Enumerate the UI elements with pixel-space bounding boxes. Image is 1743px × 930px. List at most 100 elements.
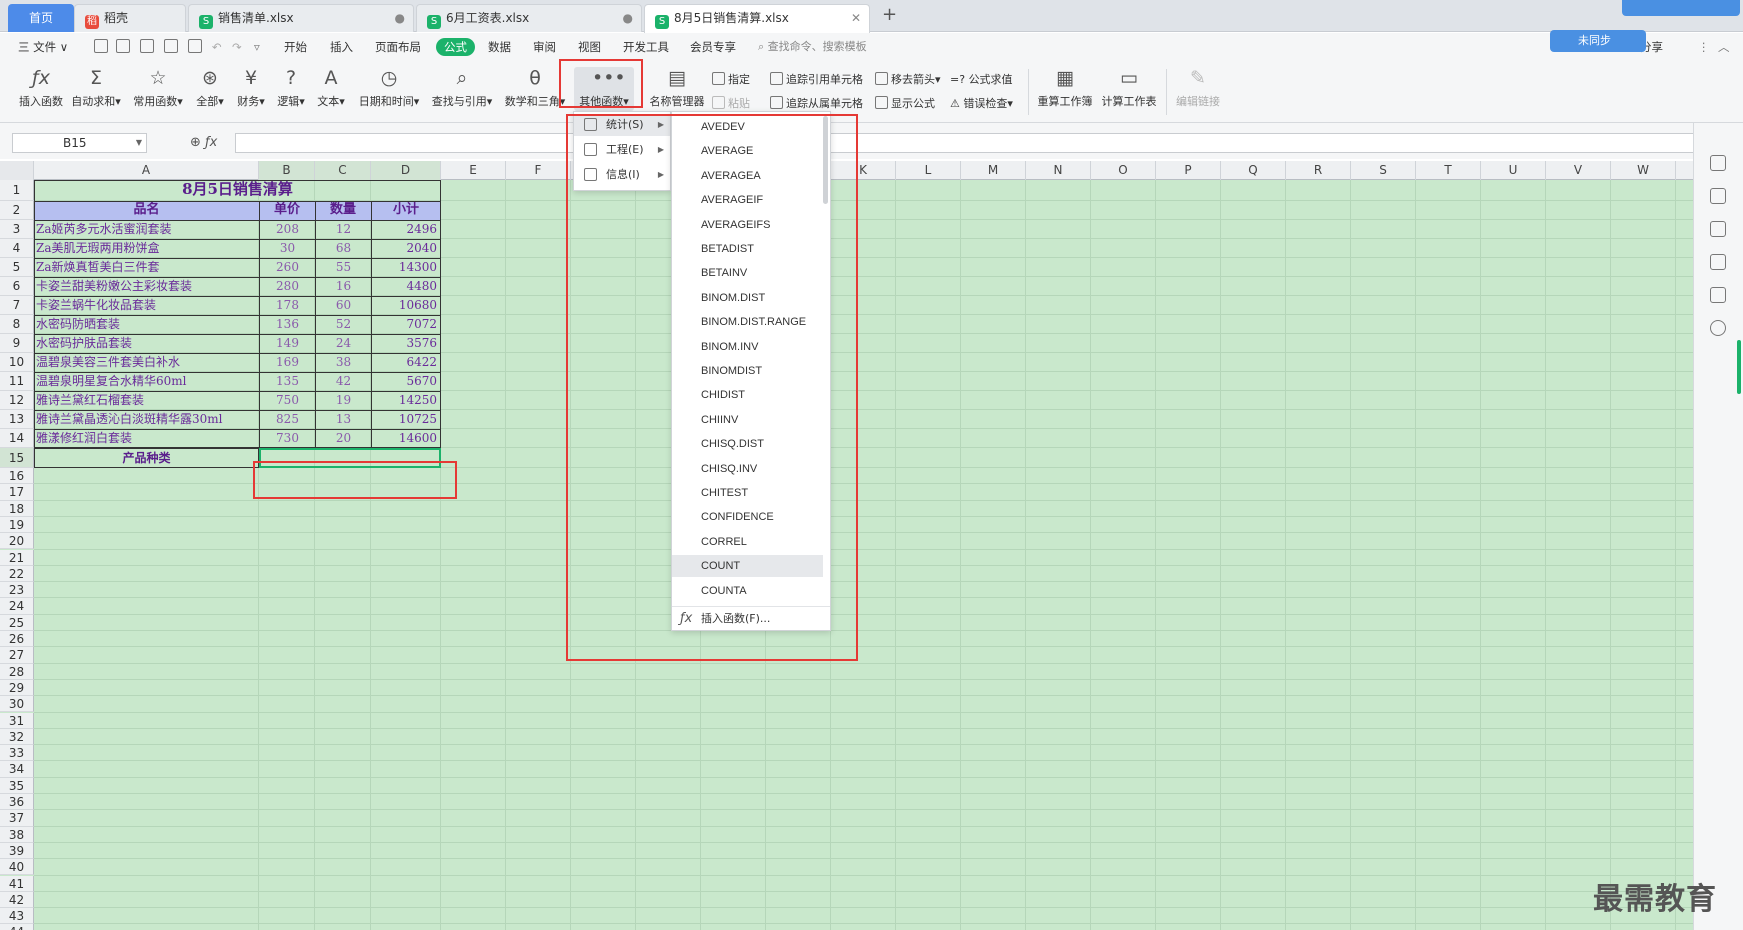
column-header-q[interactable]: Q (1221, 161, 1286, 180)
customize-icon[interactable]: ▿ (254, 38, 260, 56)
row-header-19[interactable]: 19 (0, 516, 34, 534)
row-header-23[interactable]: 23 (0, 582, 34, 599)
column-header-e[interactable]: E (441, 161, 506, 180)
column-header-v[interactable]: V (1546, 161, 1611, 180)
row-header-34[interactable]: 34 (0, 761, 34, 778)
row-header-40[interactable]: 40 (0, 859, 34, 876)
row-header-18[interactable]: 18 (0, 500, 34, 517)
row-header-15[interactable]: 15 (0, 448, 34, 468)
help-icon[interactable] (1710, 320, 1726, 336)
menu-view[interactable]: 视图 (578, 38, 601, 56)
print-icon[interactable] (164, 39, 178, 53)
menu-formula[interactable]: 公式 (436, 38, 475, 56)
row-header-26[interactable]: 26 (0, 631, 34, 648)
row-header-14[interactable]: 14 (0, 429, 34, 448)
row-header-3[interactable]: 3 (0, 220, 34, 239)
edit-links-button[interactable]: ✎ 编辑链接 (1172, 67, 1224, 109)
all-functions-button[interactable]: ⊛ 全部▾ (193, 67, 227, 109)
row-header-32[interactable]: 32 (0, 728, 34, 746)
cloud-sync-badge[interactable] (1622, 0, 1740, 16)
vertical-scrollbar[interactable] (1737, 340, 1741, 394)
cloud-sync-button[interactable]: 未同步 (1550, 30, 1646, 52)
column-header-n[interactable]: N (1026, 161, 1091, 180)
name-manager-button[interactable]: ▤ 名称管理器 (648, 67, 706, 109)
tab-close-icon[interactable]: ✕ (851, 5, 861, 31)
row-header-33[interactable]: 33 (0, 745, 34, 762)
column-header-o[interactable]: O (1091, 161, 1156, 180)
tab-dot-icon[interactable]: ● (395, 5, 405, 31)
collapse-ribbon-icon[interactable]: ︿ (1718, 38, 1730, 56)
select-all-corner[interactable] (0, 161, 34, 180)
row-header-43[interactable]: 43 (0, 908, 34, 925)
column-header-f[interactable]: F (506, 161, 571, 180)
style-icon[interactable] (1710, 155, 1726, 171)
row-header-27[interactable]: 27 (0, 647, 34, 664)
save-icon[interactable] (116, 39, 130, 53)
row-header-30[interactable]: 30 (0, 696, 34, 713)
row-header-12[interactable]: 12 (0, 391, 34, 410)
chevron-down-icon[interactable]: ▼ (136, 134, 142, 152)
undo-icon[interactable]: ↶ (212, 38, 222, 56)
row-header-5[interactable]: 5 (0, 258, 34, 277)
datetime-button[interactable]: ◷ 日期和时间▾ (356, 67, 422, 109)
menu-review[interactable]: 审阅 (533, 38, 556, 56)
common-functions-button[interactable]: ☆ 常用函数▾ (130, 67, 186, 109)
row-header-28[interactable]: 28 (0, 663, 34, 680)
insert-function-button[interactable]: ƒx 插入函数 (16, 67, 66, 109)
specify-button[interactable]: 指定 (712, 71, 750, 87)
property-icon[interactable] (1710, 221, 1726, 237)
column-header-m[interactable]: M (961, 161, 1026, 180)
menu-member[interactable]: 会员专享 (690, 38, 736, 56)
name-box[interactable]: B15 ▼ (12, 133, 147, 153)
row-header-6[interactable]: 6 (0, 277, 34, 296)
row-header-9[interactable]: 9 (0, 334, 34, 353)
paste-button[interactable]: 粘贴 (712, 95, 750, 111)
logic-button[interactable]: ? 逻辑▾ (274, 67, 308, 109)
row-header-44[interactable]: 44 (0, 924, 34, 930)
menu-developer[interactable]: 开发工具 (623, 38, 669, 56)
row-header-35[interactable]: 35 (0, 777, 34, 794)
column-header-s[interactable]: S (1351, 161, 1416, 180)
column-header-w[interactable]: W (1611, 161, 1676, 180)
calc-sheet-button[interactable]: ▭ 计算工作表 (1100, 67, 1158, 109)
row-header-39[interactable]: 39 (0, 842, 34, 860)
autosum-button[interactable]: Σ 自动求和▾ (70, 67, 122, 109)
column-header-c[interactable]: C (315, 161, 371, 180)
zoom-fx-icon[interactable]: ⊕ ƒx (190, 135, 217, 150)
tab-home[interactable]: 首页 (8, 4, 74, 32)
recalc-workbook-button[interactable]: ▦ 重算工作簿 (1036, 67, 1094, 109)
row-header-37[interactable]: 37 (0, 810, 34, 827)
menu-page-layout[interactable]: 页面布局 (375, 38, 421, 56)
row-header-4[interactable]: 4 (0, 239, 34, 258)
row-header-24[interactable]: 24 (0, 598, 34, 615)
format-painter-icon[interactable] (140, 39, 154, 53)
tab-june-salary[interactable]: S 6月工资表.xlsx ● (416, 4, 642, 32)
menu-home[interactable]: 开始 (284, 38, 307, 56)
row-header-25[interactable]: 25 (0, 614, 34, 631)
tab-dot-icon[interactable]: ● (623, 5, 633, 31)
row-header-8[interactable]: 8 (0, 315, 34, 334)
formula-input[interactable] (235, 133, 1705, 153)
file-menu[interactable]: 三 文件 ∨ (18, 38, 68, 56)
column-header-r[interactable]: R (1286, 161, 1351, 180)
row-header-22[interactable]: 22 (0, 565, 34, 583)
redo-icon[interactable]: ↷ (232, 38, 242, 56)
evaluate-formula-button[interactable]: =? 公式求值 (950, 71, 1013, 87)
menu-insert[interactable]: 插入 (330, 38, 353, 56)
new-doc-icon[interactable] (94, 39, 108, 53)
archive-icon[interactable] (1710, 287, 1726, 303)
tab-aug5-sales[interactable]: S 8月5日销售清算.xlsx ✕ (644, 4, 870, 33)
command-search[interactable]: ⌕ 查找命令、搜索模板 (758, 38, 867, 54)
row-header-13[interactable]: 13 (0, 410, 34, 429)
row-header-38[interactable]: 38 (0, 826, 34, 843)
select-icon[interactable] (1710, 188, 1726, 204)
tab-sales-list[interactable]: S 销售清单.xlsx ● (188, 4, 414, 32)
column-header-b[interactable]: B (259, 161, 315, 180)
column-header-p[interactable]: P (1156, 161, 1221, 180)
row-header-1[interactable]: 1 (0, 180, 34, 201)
error-check-button[interactable]: ⚠ 错误检查▾ (950, 95, 1013, 111)
trace-precedents-button[interactable]: 追踪引用单元格 (770, 71, 863, 87)
tab-daoke[interactable]: 稻稻壳 (74, 4, 186, 32)
text-button[interactable]: A 文本▾ (314, 67, 348, 109)
row-header-29[interactable]: 29 (0, 679, 34, 697)
